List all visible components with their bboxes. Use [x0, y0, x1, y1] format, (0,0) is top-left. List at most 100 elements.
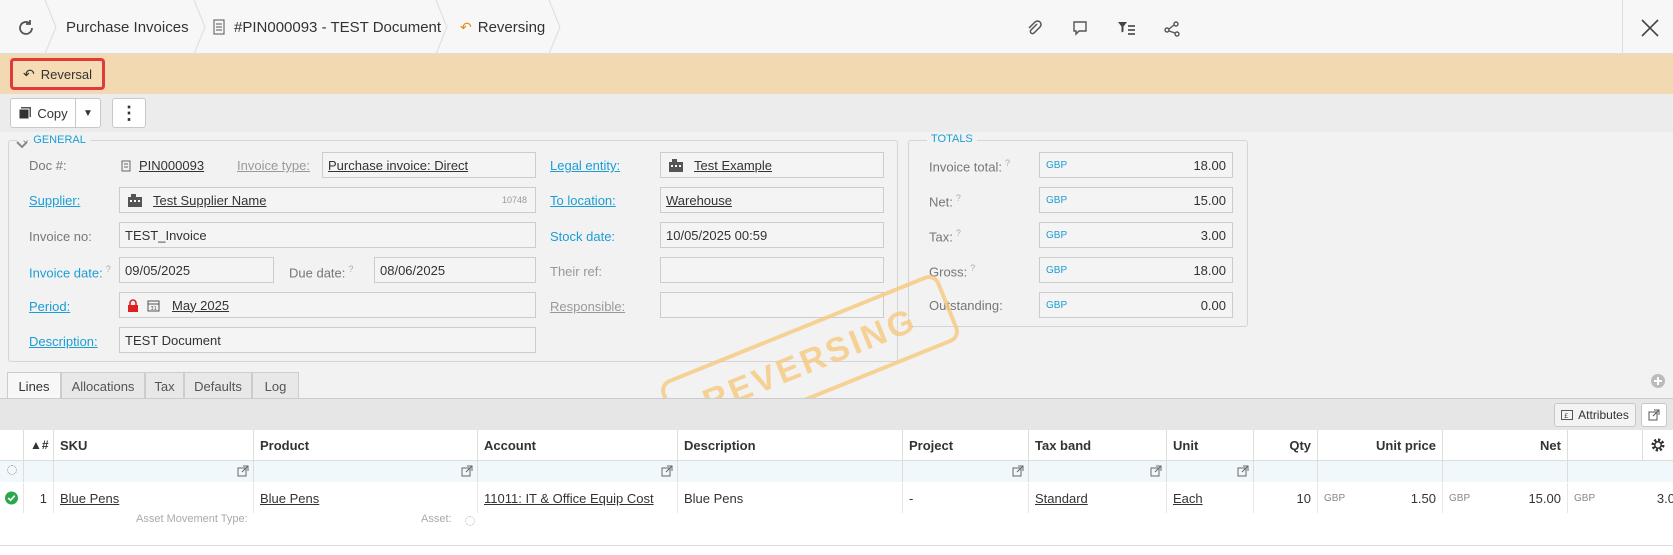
filter-select-all[interactable]	[0, 460, 24, 482]
to-location-label[interactable]: To location:	[550, 193, 616, 208]
column-header-product[interactable]: Product	[254, 430, 478, 460]
column-header-number[interactable]: ▲#	[24, 430, 54, 460]
collapse-chevron-icon[interactable]	[15, 140, 29, 150]
description-value: TEST Document	[125, 332, 221, 348]
copy-dropdown-button[interactable]: ▼	[75, 98, 101, 128]
share-icon[interactable]	[1162, 18, 1182, 38]
help-icon: ?	[955, 228, 961, 238]
filter-qty[interactable]	[1254, 460, 1318, 482]
filter-account[interactable]	[478, 460, 678, 482]
cell-unit[interactable]: Each	[1167, 483, 1254, 513]
external-link-icon[interactable]	[461, 465, 473, 477]
invoice-no-value: TEST_Invoice	[125, 227, 207, 243]
stock-date-field[interactable]: 10/05/2025 00:59	[660, 222, 884, 248]
tab-tax[interactable]: Tax	[145, 372, 184, 399]
doc-number-link[interactable]: PIN000093	[139, 158, 204, 173]
filter-unit[interactable]	[1167, 460, 1254, 482]
column-header-description[interactable]: Description	[678, 430, 903, 460]
stock-date-label: Stock date:	[550, 229, 616, 244]
tab-allocations[interactable]: Allocations	[61, 372, 145, 399]
legal-entity-field[interactable]: Test Example	[660, 152, 884, 178]
their-ref-field[interactable]	[660, 257, 884, 283]
more-vertical-icon: ⋮	[120, 102, 138, 123]
column-header-account[interactable]: Account	[478, 430, 678, 460]
invoice-date-field[interactable]: 09/05/2025	[119, 257, 274, 283]
reversal-button[interactable]: ↶ Reversal	[10, 58, 105, 90]
filter-list-icon[interactable]	[1116, 18, 1136, 38]
copy-button[interactable]: Copy	[10, 98, 76, 128]
column-header-unit[interactable]: Unit	[1167, 430, 1254, 460]
filter-unit-price[interactable]	[1318, 460, 1443, 482]
to-location-field[interactable]: Warehouse	[660, 187, 884, 213]
cell-sku[interactable]: Blue Pens	[54, 483, 254, 513]
legal-entity-label[interactable]: Legal entity:	[550, 158, 620, 173]
filter-net[interactable]	[1443, 460, 1568, 482]
building-icon	[128, 194, 142, 207]
tab-log[interactable]: Log	[252, 372, 299, 399]
filter-product[interactable]	[254, 460, 478, 482]
invoice-type-field[interactable]: Purchase invoice: Direct	[322, 152, 536, 178]
cell-tax-band[interactable]: Standard	[1029, 483, 1167, 513]
filter-description[interactable]	[678, 460, 903, 482]
filter-project[interactable]	[903, 460, 1029, 482]
supplier-field[interactable]: Test Supplier Name 10748	[119, 187, 536, 213]
grid-toolbar: £ Attributes	[0, 398, 1673, 430]
period-field[interactable]: 31 May 2025	[119, 292, 536, 318]
filter-sku[interactable]	[54, 460, 254, 482]
filter-tax-band[interactable]	[1029, 460, 1167, 482]
breadcrumb-label: #PIN000093 - TEST Document	[234, 18, 442, 36]
external-link-icon[interactable]	[1012, 465, 1024, 477]
period-label[interactable]: Period:	[29, 299, 70, 314]
column-header-sku[interactable]: SKU	[54, 430, 254, 460]
calendar-icon: 31	[147, 300, 160, 312]
tab-lines[interactable]: Lines	[7, 372, 61, 400]
refresh-icon[interactable]	[16, 18, 36, 38]
doc-number-label: Doc #:	[29, 158, 67, 173]
column-header-unit-price[interactable]: Unit price	[1318, 430, 1443, 460]
grid-settings-button[interactable]	[1643, 430, 1673, 460]
due-date-label: Due date:?	[289, 264, 354, 281]
cell-product[interactable]: Blue Pens	[254, 483, 478, 513]
external-link-icon	[1648, 409, 1660, 421]
totals-value: 18.00	[1193, 262, 1226, 278]
period-value: May 2025	[172, 297, 230, 313]
due-date-field[interactable]: 08/06/2025	[374, 257, 536, 283]
external-link-icon[interactable]	[237, 465, 249, 477]
row-status[interactable]	[0, 483, 24, 513]
add-circle-icon[interactable]	[1650, 373, 1666, 389]
description-field[interactable]: TEST Document	[119, 327, 536, 353]
column-header-net[interactable]: Net	[1443, 430, 1568, 460]
totals-label: Net:?	[929, 193, 961, 210]
popout-button[interactable]	[1641, 403, 1667, 427]
currency-code: GBP	[1046, 229, 1068, 241]
to-location-value: Warehouse	[666, 192, 732, 208]
invoice-no-field[interactable]: TEST_Invoice	[119, 222, 536, 248]
breadcrumb-reversing[interactable]: ↶ Reversing	[460, 0, 545, 54]
description-label[interactable]: Description:	[29, 334, 98, 349]
external-link-icon[interactable]	[661, 465, 673, 477]
help-icon: ?	[955, 193, 961, 203]
stock-date-value: 10/05/2025 00:59	[666, 227, 768, 243]
more-options-button[interactable]: ⋮	[112, 98, 146, 128]
filter-gross[interactable]	[1568, 460, 1673, 482]
external-link-icon[interactable]	[1150, 465, 1162, 477]
cell-net: GBP 15.00	[1443, 483, 1568, 513]
totals-label: Invoice total:?	[929, 158, 1011, 175]
paperclip-icon[interactable]	[1024, 18, 1044, 38]
comment-icon[interactable]	[1070, 18, 1090, 38]
column-header-qty[interactable]: Qty	[1254, 430, 1318, 460]
breadcrumb-document[interactable]: #PIN000093 - TEST Document	[212, 0, 441, 54]
cell-account[interactable]: 11011: IT & Office Equip Cost	[478, 483, 678, 513]
breadcrumb-purchase-invoices[interactable]: Purchase Invoices	[66, 0, 189, 54]
supplier-label[interactable]: Supplier:	[29, 193, 80, 208]
tab-defaults[interactable]: Defaults	[184, 372, 252, 399]
column-header-tax-band[interactable]: Tax band	[1029, 430, 1167, 460]
column-header-project[interactable]: Project	[903, 430, 1029, 460]
toolbar: Copy ▼ ⋮	[0, 94, 1673, 132]
attributes-button[interactable]: £ Attributes	[1554, 403, 1636, 427]
currency-code: GBP	[1046, 159, 1068, 171]
close-icon[interactable]	[1640, 18, 1660, 38]
invoice-date-label: Invoice date:?	[29, 264, 111, 281]
external-link-icon[interactable]	[1237, 465, 1249, 477]
filter-number[interactable]	[24, 460, 54, 482]
